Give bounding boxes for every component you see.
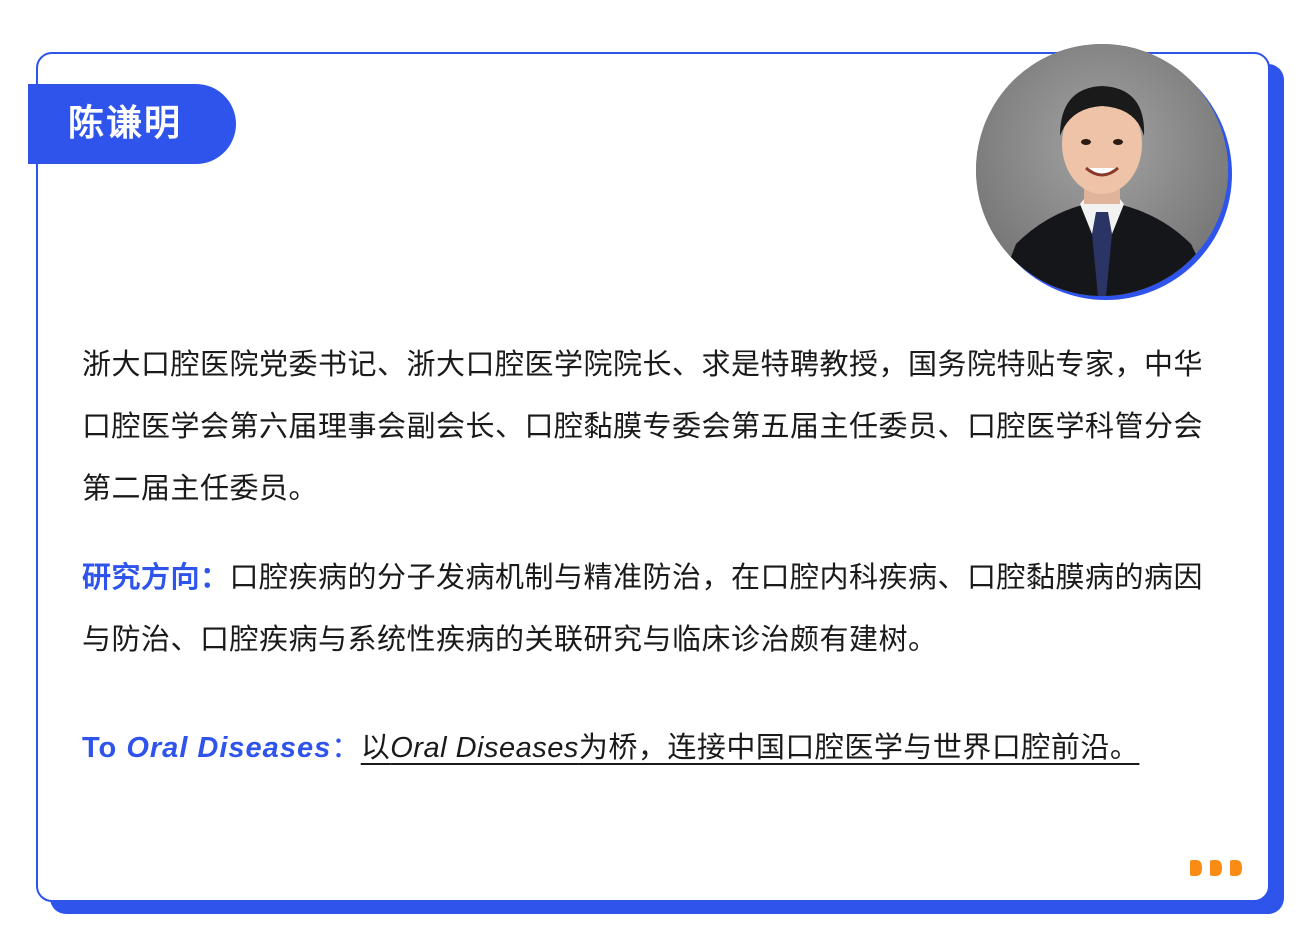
research-text: 口腔疾病的分子发病机制与精准防治，在口腔内科疾病、口腔黏膜病的病因与防治、口腔疾… bbox=[82, 560, 1204, 656]
oral-colon: ： bbox=[331, 730, 361, 764]
research-label: 研究方向： bbox=[82, 560, 230, 594]
bio-paragraph: 浙大口腔医院党委书记、浙大口腔医学院院长、求是特聘教授，国务院特贴专家，中华口腔… bbox=[82, 347, 1204, 505]
triple-dot-icon bbox=[1190, 860, 1244, 876]
oral-text-after: 为桥，连接中国口腔医学与世界口腔前沿。 bbox=[578, 730, 1140, 764]
name-tag: 陈谦明 bbox=[28, 84, 236, 164]
oral-label-prefix: To bbox=[82, 732, 127, 764]
oral-diseases-paragraph: To Oral Diseases：以Oral Diseases为桥，连接中国口腔… bbox=[82, 716, 1227, 779]
research-paragraph: 研究方向：口腔疾病的分子发病机制与精准防治，在口腔内科疾病、口腔黏膜病的病因与防… bbox=[82, 546, 1227, 670]
oral-label: To Oral Diseases bbox=[82, 732, 331, 764]
oral-text-journal: Oral Diseases bbox=[390, 732, 579, 764]
oral-text: 以Oral Diseases为桥，连接中国口腔医学与世界口腔前沿。 bbox=[361, 730, 1140, 764]
portrait-photo bbox=[976, 44, 1228, 296]
oral-label-journal: Oral Diseases bbox=[126, 732, 332, 764]
oral-text-before: 以 bbox=[360, 730, 391, 764]
